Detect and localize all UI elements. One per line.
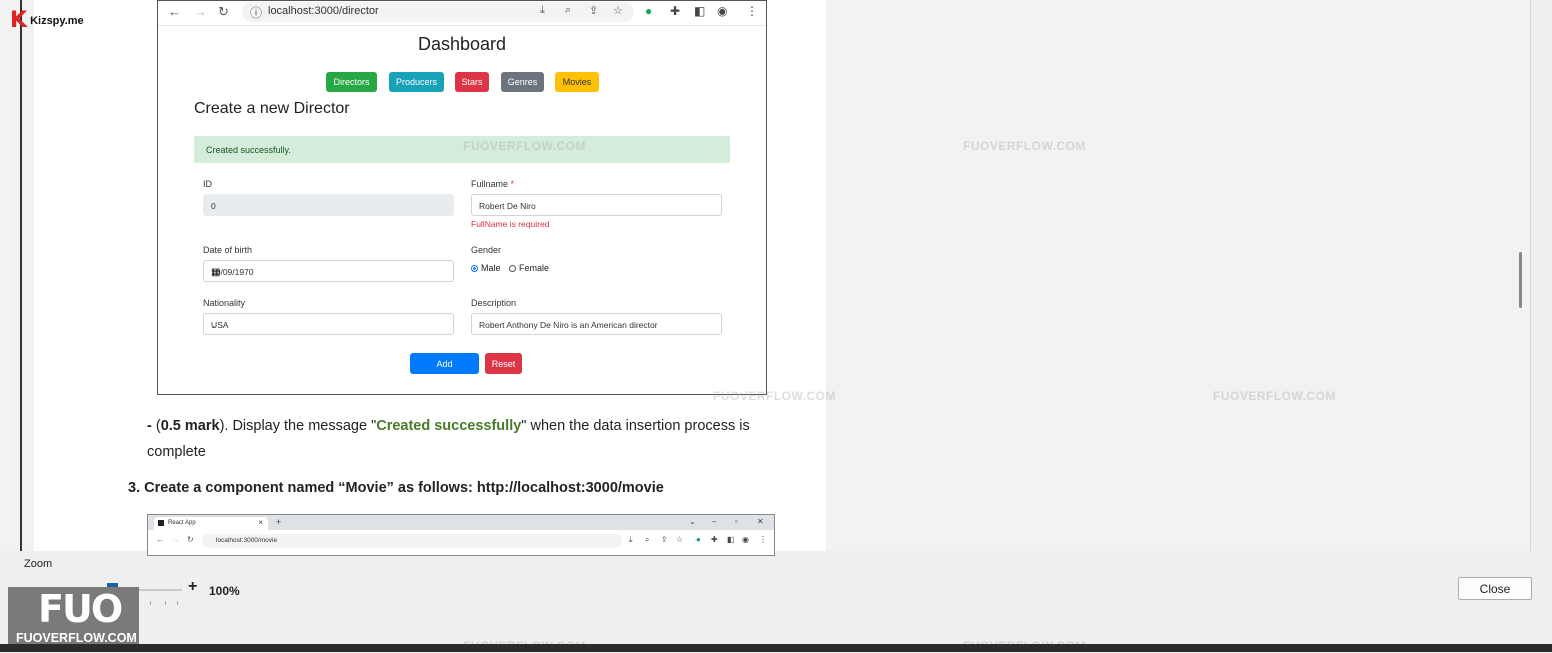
bookmark-icon: ☆ bbox=[676, 535, 684, 544]
extensions-icon: ✚ bbox=[670, 4, 681, 18]
menu-icon: ⋮ bbox=[746, 4, 758, 18]
watermark-text: FUOVERFLOW.COM bbox=[1213, 389, 1336, 403]
grammarly-icon: ● bbox=[696, 535, 701, 544]
reload-icon: ↻ bbox=[187, 535, 194, 544]
success-alert: Created successfully. bbox=[194, 136, 730, 163]
address-bar: ⓘ localhost:3000/director ⤓ ⌕ ⇪ ☆ bbox=[242, 2, 634, 22]
forward-icon: → bbox=[172, 535, 180, 544]
nav-producers-button: Producers bbox=[389, 72, 444, 92]
tab-strip: React App × + ⌄ – ▫ ✕ bbox=[148, 515, 774, 530]
zoom-icon: ⌕ bbox=[645, 535, 650, 544]
nav-movies-button: Movies bbox=[555, 72, 599, 92]
fullname-error: FullName is required bbox=[471, 219, 550, 229]
step-heading: 3. Create a component named “Movie” as f… bbox=[128, 480, 664, 496]
vertical-scrollbar[interactable] bbox=[1519, 252, 1522, 308]
install-icon: ⤓ bbox=[629, 535, 633, 544]
bookmark-icon: ☆ bbox=[613, 5, 623, 17]
dob-field: 10/09/1970 ▦ bbox=[203, 260, 454, 282]
browser-toolbar-2: ← → ↻ localhost:3000/movie ⤓ ⌕ ⇪ ☆ ● ✚ ◧… bbox=[148, 530, 774, 552]
react-favicon-icon bbox=[158, 520, 164, 526]
description-field: Robert Anthony De Niro is an American di… bbox=[471, 313, 722, 335]
gender-male-radio: Male bbox=[471, 263, 501, 273]
add-button: Add bbox=[410, 353, 479, 374]
nav-directors-button: Directors bbox=[326, 72, 377, 92]
tab-list-icon: ⌄ bbox=[689, 517, 696, 526]
profile-avatar-icon: ◉ bbox=[717, 4, 728, 18]
calendar-icon: ▦ bbox=[211, 267, 221, 278]
sidepanel-icon: ◧ bbox=[694, 4, 706, 18]
minimize-icon: – bbox=[712, 517, 717, 526]
watermark-text: FUOVERFLOW.COM bbox=[463, 139, 586, 153]
fullname-label: Fullname * bbox=[471, 179, 515, 189]
kizspy-logo: K Kizspy.me bbox=[10, 8, 84, 33]
bottom-border bbox=[0, 644, 1552, 652]
movie-screenshot: React App × + ⌄ – ▫ ✕ ← → ↻ localhost:300… bbox=[147, 514, 775, 556]
form-title: Create a new Director bbox=[194, 100, 350, 117]
forward-icon: → bbox=[194, 4, 207, 19]
nav-genres-button: Genres bbox=[501, 72, 544, 92]
address-bar-2: localhost:3000/movie bbox=[202, 534, 622, 548]
chevron-down-icon: ⌄ bbox=[211, 320, 219, 330]
watermark-text: FUOVERFLOW.COM bbox=[713, 389, 836, 403]
extensions-icon: ✚ bbox=[711, 535, 718, 544]
share-icon: ⇪ bbox=[661, 535, 668, 544]
maximize-icon: ▫ bbox=[735, 517, 738, 526]
id-field: 0 bbox=[203, 194, 454, 216]
watermark-text: FUOVERFLOW.COM bbox=[963, 139, 1086, 153]
nationality-label: Nationality bbox=[203, 298, 246, 308]
reload-icon: ↻ bbox=[218, 4, 229, 19]
instruction-paragraph: - (0.5 mark). Display the message "Creat… bbox=[147, 418, 750, 460]
zoom-label: Zoom bbox=[24, 558, 53, 570]
embedded-screenshot: ← → ↻ ⓘ localhost:3000/director ⤓ ⌕ ⇪ ☆ … bbox=[157, 0, 767, 395]
back-icon: ← bbox=[168, 4, 181, 19]
sidepanel-icon: ◧ bbox=[727, 535, 735, 544]
gender-female-radio: Female bbox=[509, 263, 549, 273]
fullname-field: Robert De Niro bbox=[471, 194, 722, 216]
zoom-in-button[interactable]: + bbox=[188, 578, 197, 596]
zoom-value: 100% bbox=[209, 584, 240, 598]
dashboard-title: Dashboard bbox=[417, 34, 507, 54]
document-viewer: K Kizspy.me ← → ↻ ⓘ localhost:3000/direc… bbox=[0, 0, 1531, 556]
back-icon: ← bbox=[156, 535, 164, 544]
gender-label: Gender bbox=[471, 245, 502, 255]
new-tab-icon: + bbox=[276, 517, 282, 527]
app-page: Dashboard Directors Producers Stars Genr… bbox=[158, 26, 766, 394]
id-label: ID bbox=[203, 179, 212, 189]
grammarly-icon: ● bbox=[645, 4, 653, 18]
dob-label: Date of birth bbox=[203, 245, 253, 255]
install-icon: ⤓ bbox=[540, 4, 545, 16]
nav-stars-button: Stars bbox=[455, 72, 489, 92]
description-label: Description bbox=[471, 298, 517, 308]
info-icon: ⓘ bbox=[250, 6, 263, 20]
browser-tab: React App × bbox=[154, 517, 268, 530]
share-icon: ⇪ bbox=[589, 5, 599, 17]
window-close-icon: ✕ bbox=[757, 517, 764, 526]
nationality-select: USA ⌄ bbox=[203, 313, 454, 335]
k-logo-icon: K bbox=[10, 8, 28, 33]
browser-toolbar: ← → ↻ ⓘ localhost:3000/director ⤓ ⌕ ⇪ ☆ … bbox=[158, 1, 766, 26]
profile-avatar-icon: ◉ bbox=[742, 535, 749, 544]
tab-close-icon: × bbox=[258, 518, 263, 527]
reset-button: Reset bbox=[485, 353, 522, 374]
left-divider bbox=[20, 0, 22, 551]
fuoverflow-logo: FUO FUOVERFLOW.COM bbox=[8, 587, 139, 646]
zoom-icon: ⌕ bbox=[565, 4, 572, 16]
close-button[interactable]: Close bbox=[1458, 577, 1532, 600]
menu-icon: ⋮ bbox=[759, 535, 767, 544]
